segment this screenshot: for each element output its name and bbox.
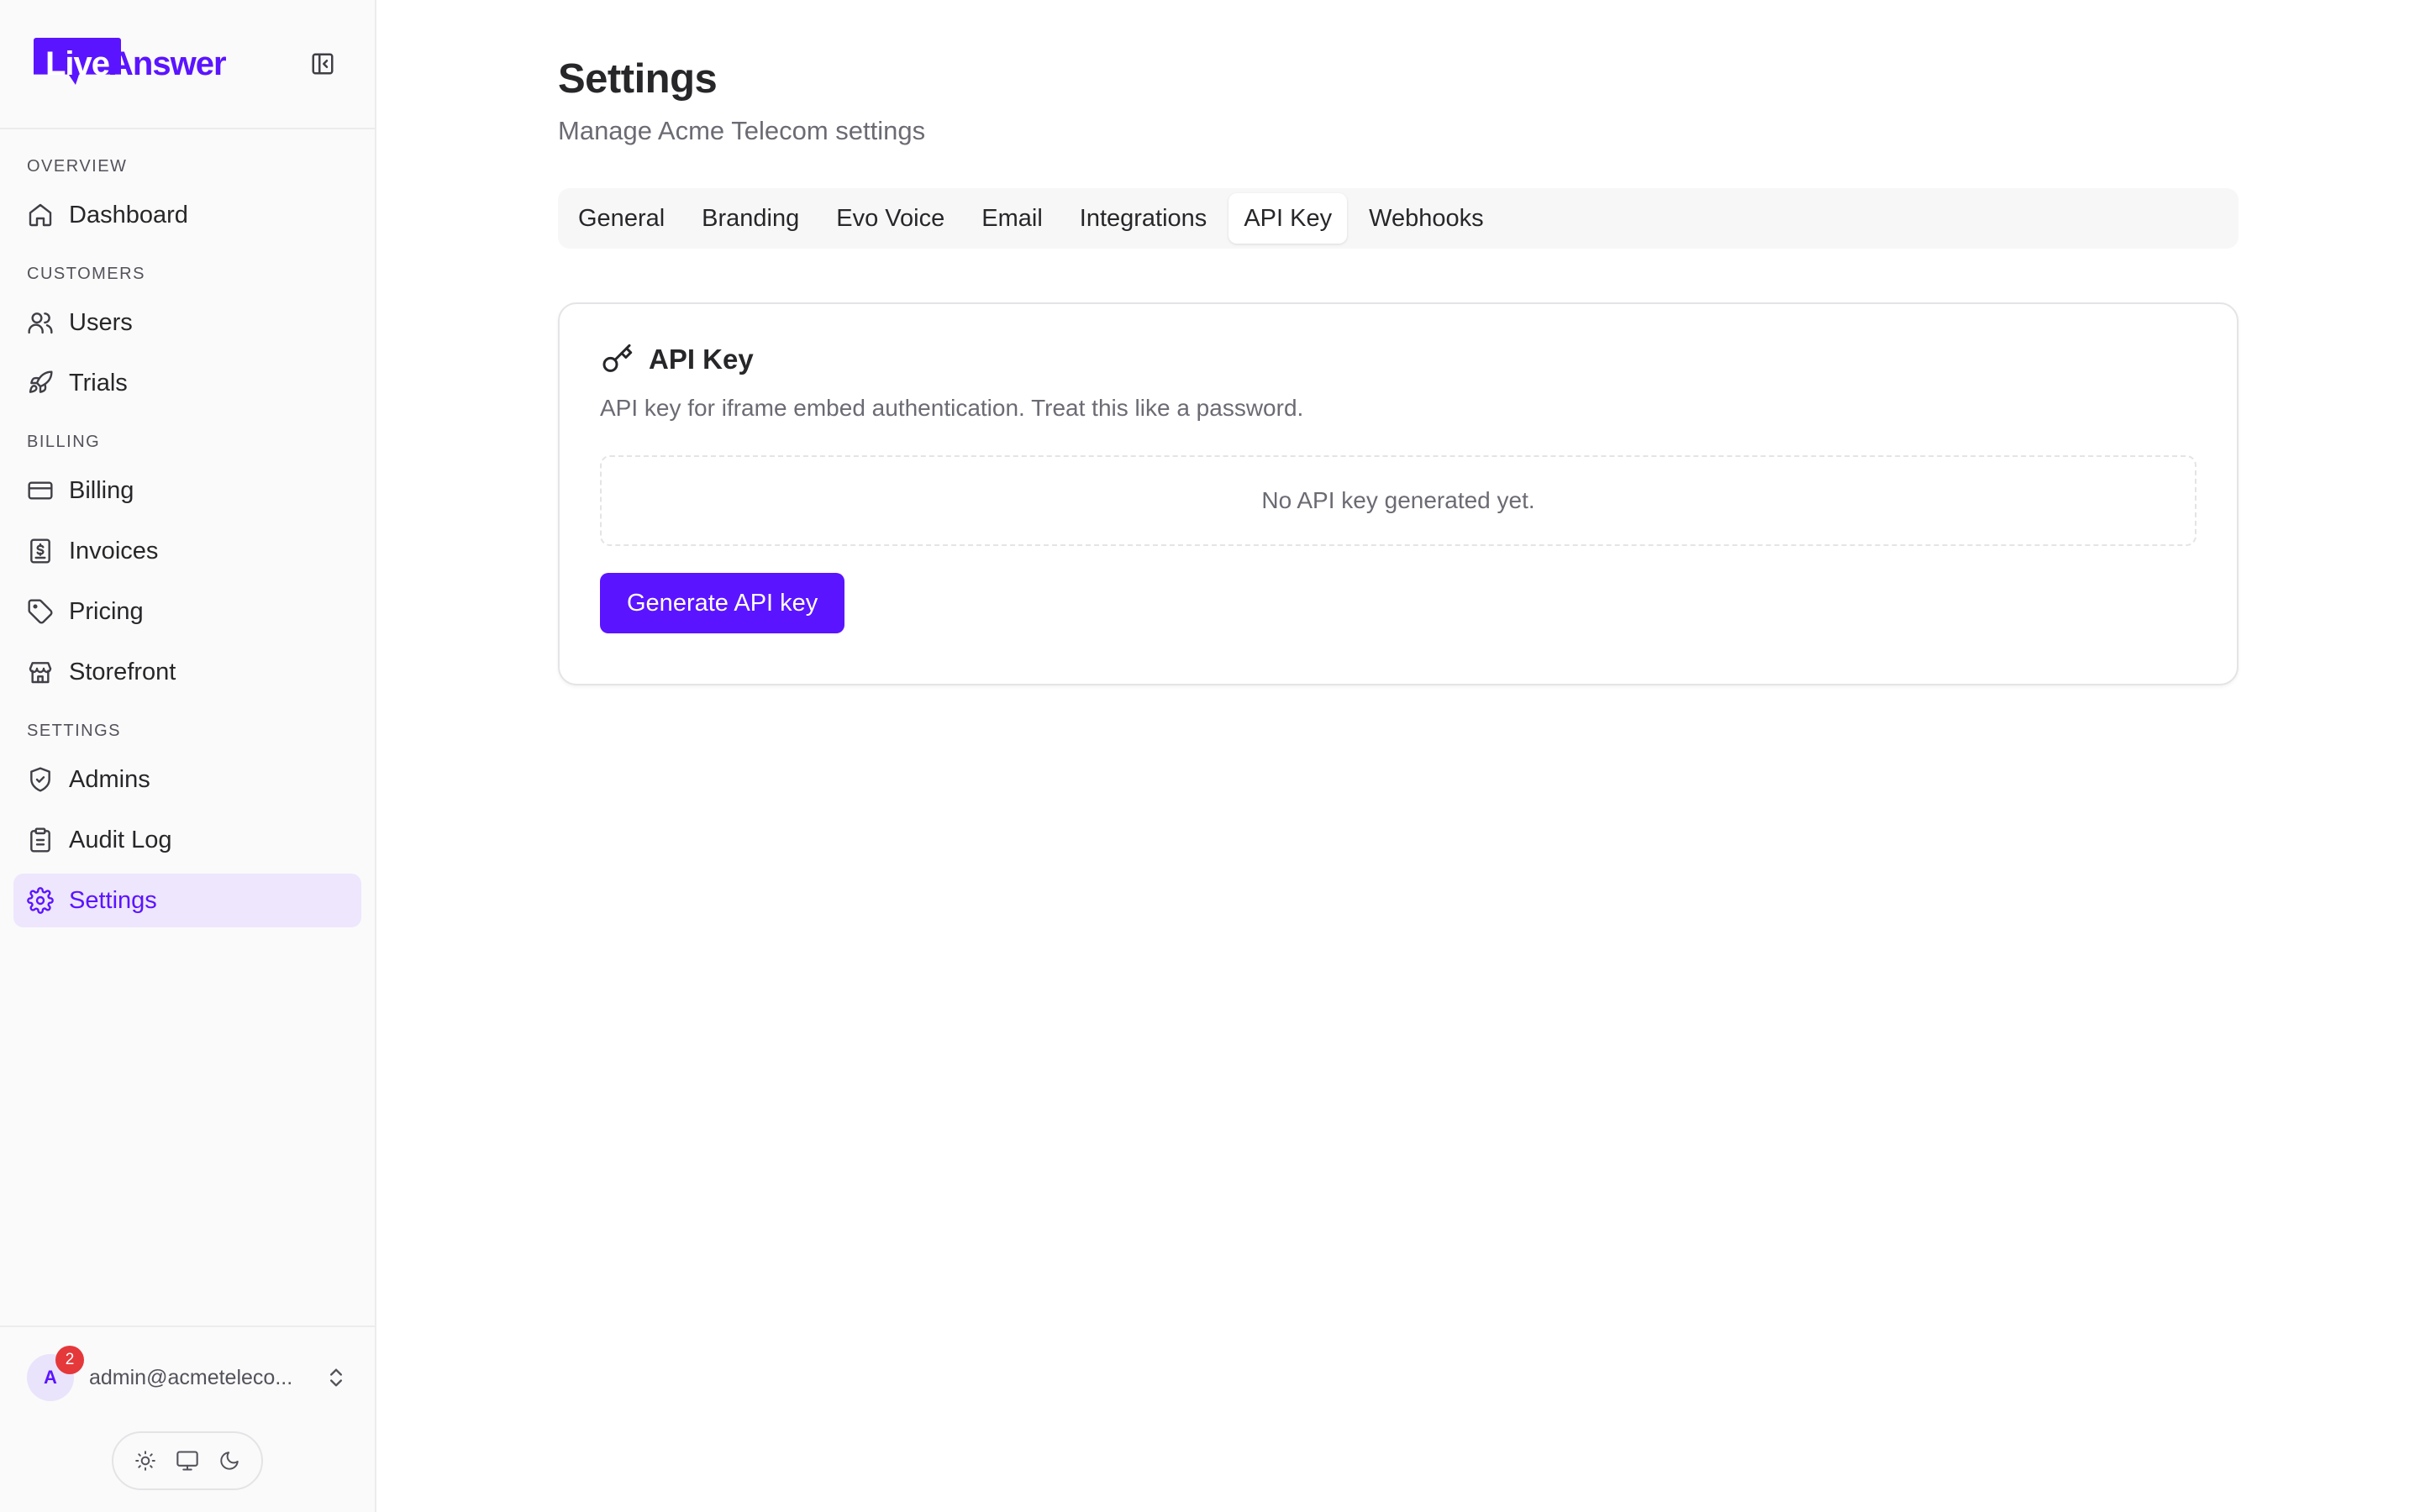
sidebar-item-label: Admins: [69, 765, 150, 793]
empty-state-text: No API key generated yet.: [1261, 487, 1535, 513]
tab-general[interactable]: General: [563, 193, 680, 244]
shield-icon: [27, 766, 54, 793]
logo-text: Live Answer: [34, 45, 227, 83]
clipboard-icon: [27, 827, 54, 853]
users-icon: [27, 309, 54, 336]
logo-live: Live: [45, 45, 110, 82]
credit-card-icon: [27, 477, 54, 504]
sidebar-item-trials[interactable]: Trials: [13, 356, 361, 410]
sidebar-nav: OVERVIEW Dashboard CUSTOMERS Users Trial…: [0, 129, 375, 1326]
settings-tabs: General Branding Evo Voice Email Integra…: [558, 188, 2238, 249]
sidebar-item-label: Pricing: [69, 597, 144, 625]
sidebar-item-label: Settings: [69, 886, 157, 914]
generate-api-key-button[interactable]: Generate API key: [600, 573, 845, 633]
sidebar-item-users[interactable]: Users: [13, 296, 361, 349]
main-content: Settings Manage Acme Telecom settings Ge…: [376, 0, 2420, 1512]
nav-section-settings: SETTINGS: [27, 721, 122, 740]
home-icon: [27, 202, 54, 228]
gear-icon: [27, 887, 54, 914]
tab-email[interactable]: Email: [966, 193, 1058, 244]
avatar-initial: A: [44, 1367, 57, 1388]
sidebar-item-label: Storefront: [69, 658, 176, 685]
tab-api-key[interactable]: API Key: [1228, 193, 1348, 244]
api-key-card: API Key API key for iframe embed authent…: [558, 302, 2238, 685]
key-icon: [600, 343, 634, 376]
tab-integrations[interactable]: Integrations: [1065, 193, 1223, 244]
card-header: API Key: [600, 343, 2196, 376]
sidebar-item-label: Invoices: [69, 537, 159, 564]
nav-section-customers: CUSTOMERS: [27, 264, 145, 283]
avatar: A 2: [27, 1346, 84, 1401]
sidebar-item-storefront[interactable]: Storefront: [13, 645, 361, 699]
liveanswer-logo[interactable]: Live Answer: [34, 34, 227, 93]
store-icon: [27, 659, 54, 685]
sidebar-item-label: Audit Log: [69, 826, 172, 853]
notification-badge: 2: [55, 1346, 84, 1374]
card-description: API key for iframe embed authentication.…: [600, 395, 1304, 421]
logo-answer: Answer: [109, 45, 226, 82]
sidebar-header: Live Answer: [0, 0, 375, 129]
tag-icon: [27, 598, 54, 625]
sidebar-item-settings[interactable]: Settings: [13, 874, 361, 927]
sun-icon[interactable]: [134, 1450, 156, 1472]
receipt-icon: [27, 538, 54, 564]
tab-branding[interactable]: Branding: [687, 193, 814, 244]
user-email: admin@acmeteleco...: [89, 1365, 293, 1389]
sidebar-item-admins[interactable]: Admins: [13, 753, 361, 806]
sidebar-item-label: Users: [69, 308, 133, 336]
card-title: API Key: [649, 344, 754, 375]
nav-section-overview: OVERVIEW: [27, 156, 128, 176]
sidebar-item-billing[interactable]: Billing: [13, 464, 361, 517]
monitor-icon[interactable]: [176, 1449, 199, 1473]
sidebar-item-label: Billing: [69, 476, 134, 504]
rocket-icon: [27, 370, 54, 396]
tab-evo-voice[interactable]: Evo Voice: [821, 193, 960, 244]
sidebar-item-label: Dashboard: [69, 201, 188, 228]
panel-left-icon[interactable]: [306, 47, 339, 81]
sidebar: Live Answer OVERVIEW Dashboard CUSTOMERS …: [0, 0, 376, 1512]
page-title: Settings: [558, 56, 718, 102]
sidebar-item-label: Trials: [69, 369, 128, 396]
sidebar-item-audit-log[interactable]: Audit Log: [13, 813, 361, 867]
api-key-empty-state: No API key generated yet.: [600, 455, 2196, 546]
user-menu[interactable]: A 2 admin@acmeteleco...: [27, 1346, 348, 1403]
sidebar-item-dashboard[interactable]: Dashboard: [13, 188, 361, 242]
page-subtitle: Manage Acme Telecom settings: [558, 116, 926, 145]
moon-icon[interactable]: [218, 1450, 240, 1472]
sidebar-item-invoices[interactable]: Invoices: [13, 524, 361, 578]
chevrons-up-down-icon: [324, 1366, 348, 1389]
sidebar-item-pricing[interactable]: Pricing: [13, 585, 361, 638]
theme-switch: [112, 1431, 263, 1490]
tab-webhooks[interactable]: Webhooks: [1354, 193, 1499, 244]
app-root: Live Answer OVERVIEW Dashboard CUSTOMERS …: [0, 0, 2420, 1512]
sidebar-footer: A 2 admin@acmeteleco...: [0, 1326, 375, 1512]
nav-section-billing: BILLING: [27, 432, 101, 451]
